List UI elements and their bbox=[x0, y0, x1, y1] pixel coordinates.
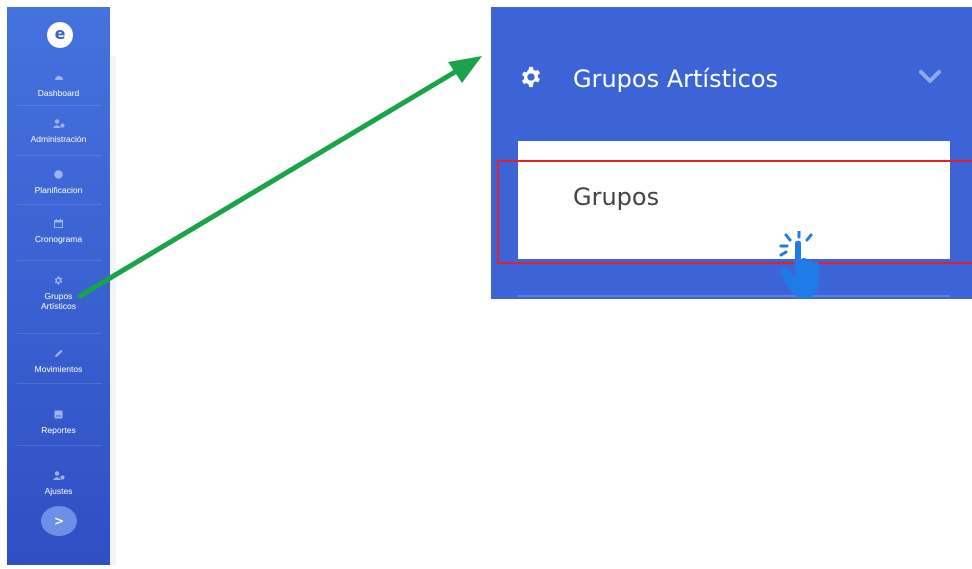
report-icon bbox=[53, 408, 65, 420]
sidebar-item-reportes[interactable]: Reportes bbox=[7, 408, 110, 435]
hand-cursor-icon bbox=[779, 231, 819, 299]
chevron-right-icon: > bbox=[53, 514, 65, 528]
user-settings-icon bbox=[52, 469, 65, 481]
pencil-icon bbox=[53, 347, 65, 359]
sidebar-item-label: Ajustes bbox=[44, 486, 73, 496]
sidebar-item-label: Reportes bbox=[41, 425, 76, 435]
divider bbox=[17, 333, 102, 334]
logo-glyph: е bbox=[54, 24, 66, 43]
divider bbox=[17, 383, 102, 384]
divider bbox=[17, 204, 102, 205]
menu-label-grupos-artisticos[interactable]: Grupos Artísticos bbox=[573, 64, 778, 94]
sidebar-item-dashboard[interactable]: Dashboard bbox=[7, 71, 110, 98]
gear-icon bbox=[522, 66, 540, 88]
sidebar: е Dashboard Administración Planificacion… bbox=[7, 7, 110, 565]
sidebar-item-label: Administración bbox=[30, 134, 87, 144]
calendar-icon bbox=[53, 217, 65, 229]
circle-icon bbox=[53, 168, 65, 180]
sidebar-item-label: Dashboard bbox=[37, 88, 80, 98]
content-edge bbox=[110, 56, 116, 565]
divider bbox=[17, 155, 102, 156]
divider bbox=[17, 105, 102, 106]
sidebar-item-label: Planificacion bbox=[34, 185, 83, 195]
sidebar-item-ajustes[interactable]: Ajustes bbox=[7, 469, 110, 496]
divider bbox=[518, 295, 950, 297]
sidebar-item-label: Movimientos bbox=[34, 364, 83, 374]
sidebar-item-label: Grupos Artísticos bbox=[41, 291, 76, 311]
gear-icon bbox=[53, 274, 65, 286]
chevron-down-icon[interactable] bbox=[919, 69, 941, 85]
sidebar-item-movimientos[interactable]: Movimientos bbox=[7, 347, 110, 374]
expand-sidebar-button[interactable]: > bbox=[41, 506, 77, 536]
sidebar-item-label: Cronograma bbox=[34, 234, 83, 244]
sidebar-item-grupos-artisticos[interactable]: Grupos Artísticos bbox=[7, 274, 110, 311]
divider bbox=[17, 260, 102, 261]
sidebar-item-planificacion[interactable]: Planificacion bbox=[7, 168, 110, 195]
speedometer-icon bbox=[53, 71, 65, 83]
zoomed-menu-panel: Grupos Artísticos Grupos bbox=[491, 7, 972, 299]
app-logo[interactable]: е bbox=[47, 22, 73, 48]
users-icon bbox=[52, 117, 65, 129]
divider bbox=[17, 445, 102, 446]
highlight-box bbox=[497, 160, 972, 264]
sidebar-item-administracion[interactable]: Administración bbox=[7, 117, 110, 144]
sidebar-item-cronograma[interactable]: Cronograma bbox=[7, 217, 110, 244]
